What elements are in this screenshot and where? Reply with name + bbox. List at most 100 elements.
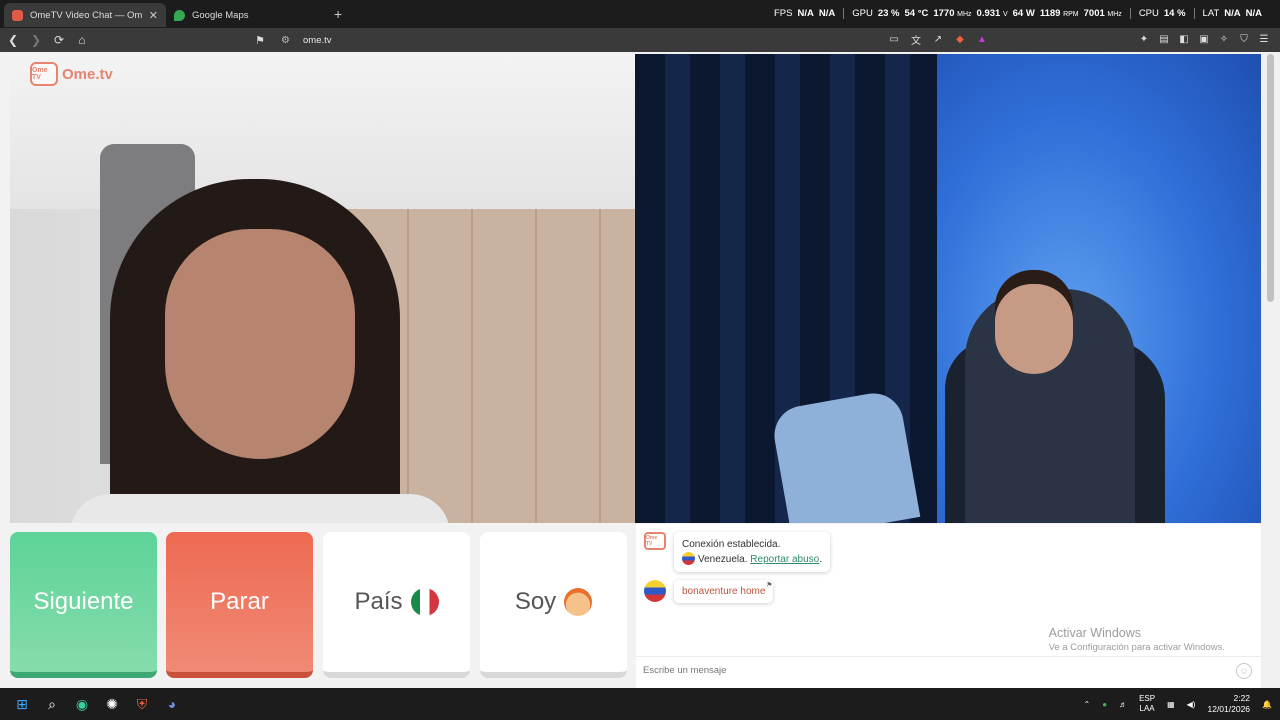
home-icon[interactable]: ⌂ [72, 30, 92, 50]
wifi-icon[interactable]: ▦ [1167, 700, 1175, 709]
site-settings-icon[interactable]: ⚙ [281, 35, 303, 46]
windows-taskbar: ⊞ ⌕ ◉ ✺ ⛨ ◕ ⌃ ● ♬ ESP LAA ▦ ◀) 2:22 12/0… [0, 688, 1280, 720]
scrollbar-thumb[interactable] [1267, 54, 1274, 302]
clock[interactable]: 2:22 12/01/2026 [1207, 693, 1250, 715]
user-message: bonaventure home ⚑ [644, 578, 774, 603]
extensions-icon[interactable]: ✦ [1136, 31, 1152, 47]
remote-video [635, 54, 1261, 523]
country-button-label: País [354, 588, 403, 615]
boy-face-icon [564, 588, 593, 616]
watermark-title: Activar Windows [1048, 626, 1142, 640]
chatgpt-icon[interactable]: ✺ [98, 690, 126, 718]
message-input[interactable] [643, 665, 1236, 676]
maps-pin-icon [174, 9, 185, 21]
language-code: ESP [1139, 694, 1156, 703]
venezuela-avatar-icon [644, 580, 666, 602]
share-icon[interactable]: ↗ [930, 31, 946, 47]
menu-icon[interactable]: ☰ [1256, 31, 1272, 47]
gpu-memory-clock: 7001 MHz [1083, 8, 1122, 19]
mexico-flag-icon [410, 588, 439, 616]
user-message-bubble: bonaventure home ⚑ [674, 578, 774, 603]
clock-date: 12/01/2026 [1207, 704, 1251, 714]
cpu-usage: 14 % [1163, 8, 1186, 19]
page-scrollbar[interactable] [1261, 52, 1280, 688]
translate-icon[interactable]: 文 [908, 31, 924, 47]
youtube-favicon-icon [12, 9, 23, 21]
system-tray: ⌃ ● ♬ ESP LAA ▦ ◀) 2:22 12/01/2026 🔔 [1084, 688, 1272, 720]
lat-value: N/A [1224, 8, 1241, 19]
edge-icon[interactable]: ◉ [68, 690, 96, 718]
volume-icon[interactable]: ◀) [1187, 700, 1196, 709]
network-status-icon[interactable]: ● [1102, 700, 1107, 709]
vpn-icon[interactable]: ⛉ [1236, 31, 1252, 47]
wallet-icon[interactable]: ▣ [1196, 31, 1212, 47]
new-tab-button[interactable]: + [334, 6, 342, 22]
close-tab-icon[interactable]: ✕ [149, 9, 158, 22]
tab-ometv[interactable]: OmeTV Video Chat — Omeg ✕ [4, 3, 166, 27]
tab-google-maps[interactable]: Google Maps [166, 3, 326, 27]
system-message: Ome TV Conexión establecida. Venezuela. … [644, 532, 830, 572]
ometv-logo[interactable]: Ome TV Ome.tv [30, 62, 113, 86]
brave-shield-icon[interactable]: ◆ [952, 31, 968, 47]
back-arrow-icon[interactable]: ❮ [3, 30, 23, 50]
user-message-text: bonaventure home [682, 586, 766, 597]
performance-overlay: FPS N/A N/A GPU 23 % 54 °C 1770 MHz 0.93… [766, 8, 1270, 19]
forward-arrow-icon[interactable]: ❯ [26, 30, 46, 50]
gpu-temp: 54 °C [904, 8, 929, 19]
gender-button[interactable]: Soy [480, 532, 627, 678]
discord-icon[interactable]: ◕ [158, 690, 186, 718]
gpu-clock: 1770 MHz [933, 8, 972, 19]
lat-value-2: N/A [1245, 8, 1262, 19]
connection-status: Conexión establecida. [682, 539, 781, 550]
next-button[interactable]: Siguiente [10, 532, 157, 678]
tv-logo-icon: Ome TV [30, 62, 58, 86]
reading-list-icon[interactable]: ▤ [1156, 31, 1172, 47]
country-name: Venezuela. [698, 554, 748, 565]
brave-browser-icon[interactable]: ⛨ [128, 690, 156, 718]
address-bar-actions: ▭ 文 ↗ ◆ ▲ [886, 31, 990, 47]
fps-value-2: N/A [818, 8, 836, 19]
browser-menu-icons: ✦ ▤ ◧ ▣ ✧ ⛉ ☰ [1136, 31, 1272, 47]
bookmark-icon[interactable]: ⚑ [255, 34, 275, 47]
brave-rewards-icon[interactable]: ▲ [974, 31, 990, 47]
cast-icon[interactable]: ▭ [886, 31, 902, 47]
url-text[interactable]: ome.tv [303, 35, 332, 46]
sidebar-icon[interactable]: ◧ [1176, 31, 1192, 47]
next-button-label: Siguiente [33, 588, 134, 615]
chat-panel: Ome TV Conexión establecida. Venezuela. … [636, 524, 1261, 688]
gpu-voltage: 0.931 V [976, 8, 1008, 19]
ometv-avatar-icon: Ome TV [644, 532, 666, 550]
system-message-bubble: Conexión establecida. Venezuela. Reporta… [674, 532, 830, 572]
language-indicator[interactable]: ESP LAA [1139, 694, 1155, 714]
fps-value: N/A [797, 8, 814, 19]
gpu-usage: 23 % [877, 8, 900, 19]
page-content: Ome TV Ome.tv Siguiente Parar País Soy O… [0, 52, 1280, 688]
show-hidden-icons-icon[interactable]: ⌃ [1084, 700, 1091, 709]
notifications-bell-icon[interactable]: 🔔 [1262, 700, 1272, 709]
chat-input-bar: ☺ [636, 656, 1261, 684]
watermark-subtitle: Ve a Configuración para activar Windows. [1048, 642, 1225, 653]
tab-title: Google Maps [192, 9, 249, 21]
report-abuse-link[interactable]: Reportar abuso [750, 554, 819, 565]
keyboard-layout: LAA [1139, 704, 1155, 713]
search-icon[interactable]: ⌕ [38, 690, 66, 718]
browser-tab-bar: OmeTV Video Chat — Omeg ✕ Google Maps + … [0, 0, 1280, 28]
windows-start-icon[interactable]: ⊞ [8, 690, 36, 718]
browser-toolbar: ❮ ❯ ⟳ ⌂ ⚑ ⚙ ome.tv ▭ 文 ↗ ◆ ▲ ✦ ▤ ◧ ▣ ✧ ⛉… [0, 28, 1280, 52]
local-video: Ome TV Ome.tv [10, 54, 635, 523]
venezuela-flag-icon [682, 552, 695, 565]
microphone-icon[interactable]: ♬ [1119, 700, 1127, 709]
report-flag-icon[interactable]: ⚑ [766, 578, 772, 593]
tab-title: OmeTV Video Chat — Omeg [30, 9, 142, 21]
gender-button-label: Soy [514, 588, 557, 615]
country-button[interactable]: País [323, 532, 470, 678]
stop-button-label: Parar [210, 588, 269, 615]
stop-button[interactable]: Parar [166, 532, 313, 678]
reload-icon[interactable]: ⟳ [49, 30, 69, 50]
gpu-power: 64 W [1012, 8, 1035, 19]
clock-time: 2:22 [1233, 693, 1251, 703]
gpu-label: GPU [852, 8, 873, 19]
report-period: . [819, 554, 822, 565]
emoji-icon[interactable]: ☺ [1236, 662, 1252, 679]
leo-ai-icon[interactable]: ✧ [1216, 31, 1232, 47]
